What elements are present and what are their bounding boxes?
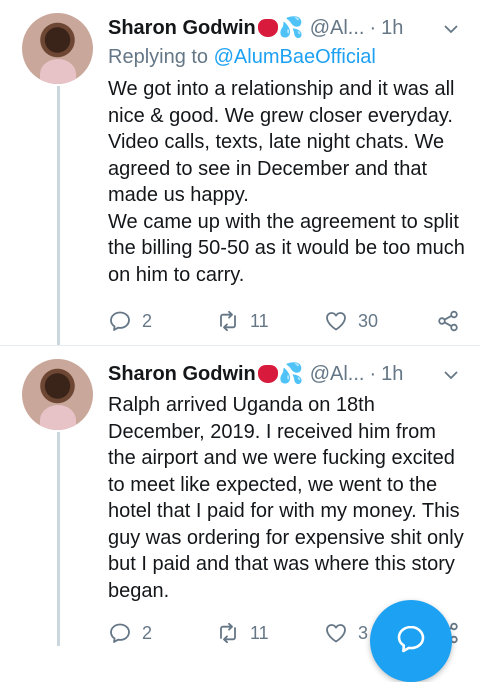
user-handle[interactable]: @Al... [310,17,365,40]
avatar[interactable] [22,359,93,430]
reply-icon [110,623,130,643]
like-icon [326,312,346,331]
thread-line [57,432,60,646]
timestamp[interactable]: 1h [381,363,403,386]
sweat-droplets-emoji-icon: 💦 [278,363,304,385]
retweet-icon [220,310,236,332]
replying-to-label: Replying to [108,46,214,68]
share-icon [438,310,458,332]
retweet-button[interactable]: 11 [216,309,269,333]
tweet-header: Sharon Godwin 💦 @Al... · 1h [108,14,480,42]
like-button[interactable]: 30 [324,309,378,333]
replying-to: Replying to @AlumBaeOfficial [108,46,376,69]
tweet-text: Ralph arrived Uganda on 18th December, 2… [108,394,464,602]
retweet-count: 11 [250,622,269,643]
like-button[interactable]: 3 [324,621,368,645]
like-count: 3 [358,622,369,643]
tweet[interactable]: Sharon Godwin 💦 @Al... · 1h Replying to … [0,0,480,346]
avatar[interactable] [22,13,93,84]
tweet-text: We got into a relationship and it was al… [108,78,465,286]
reply-button[interactable]: 2 [108,621,152,645]
like-icon [326,624,346,643]
name-emoji: 💦 [257,363,304,385]
reply-count: 2 [142,310,153,331]
separator-dot: · [369,362,377,385]
thread-line [57,86,60,346]
sweat-droplets-emoji-icon: 💦 [278,17,304,39]
retweet-count: 11 [250,310,269,331]
user-handle[interactable]: @Al... [310,363,365,386]
tongue-emoji-icon [257,365,278,383]
retweet-icon [220,622,236,644]
name-emoji: 💦 [257,17,304,39]
timestamp[interactable]: 1h [381,17,403,40]
mention-link[interactable]: @AlumBaeOfficial [214,46,376,68]
tweet-header: Sharon Godwin 💦 @Al... · 1h [108,360,480,388]
chevron-down-icon[interactable] [444,368,458,382]
reply-count: 2 [142,622,153,643]
display-name[interactable]: Sharon Godwin [108,17,256,40]
reply-button[interactable]: 2 [108,309,152,333]
separator-dot: · [369,16,377,39]
compose-icon [397,625,425,653]
display-name[interactable]: Sharon Godwin [108,363,256,386]
compose-fab[interactable] [370,600,452,682]
tongue-emoji-icon [257,19,278,37]
tweet-actions: 2 11 30 [108,306,462,336]
share-button[interactable] [436,309,460,333]
chevron-down-icon[interactable] [444,22,458,36]
reply-icon [110,311,130,331]
retweet-button[interactable]: 11 [216,621,269,645]
like-count: 30 [358,310,379,331]
